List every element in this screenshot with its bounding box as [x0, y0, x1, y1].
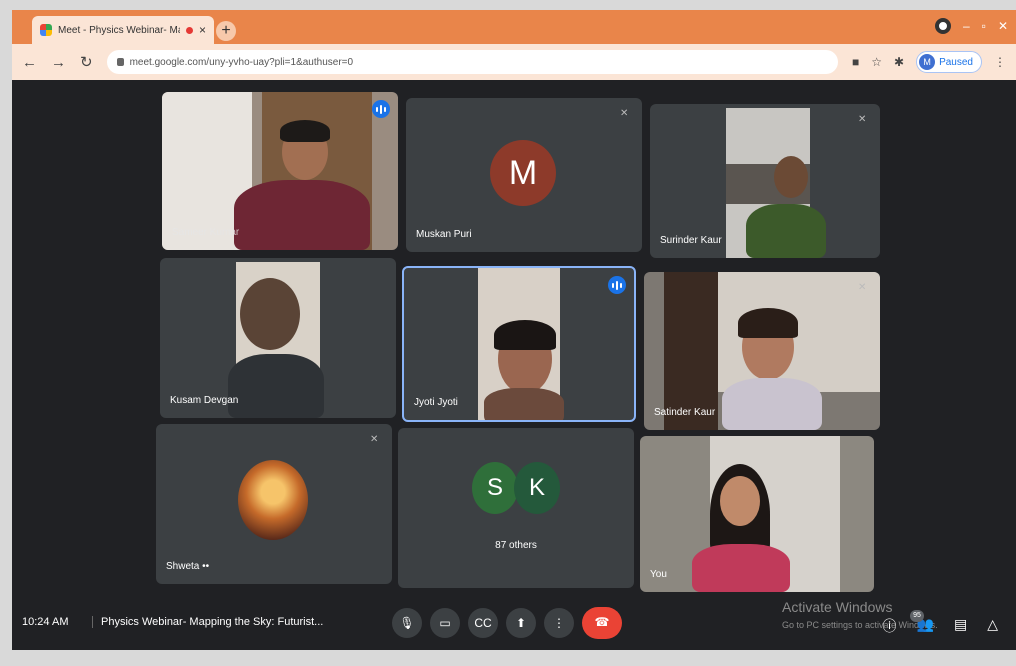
profile-paused-button[interactable]: M Paused [916, 51, 982, 73]
browser-tab[interactable]: Meet - Physics Webinar- Ma × [32, 16, 214, 44]
meeting-clock: 10:24 AM [22, 616, 69, 628]
extensions-puzzle-icon[interactable]: ✱ [894, 55, 904, 69]
minimize-icon[interactable]: – [963, 19, 970, 33]
back-arrow-icon[interactable]: ← [22, 54, 37, 71]
forward-arrow-icon[interactable]: → [51, 54, 66, 71]
others-count-label: 87 others [495, 540, 537, 551]
participant-avatar-letter: M [490, 140, 556, 206]
speaking-indicator-icon [608, 276, 626, 294]
participant-tile[interactable]: Kusam Devgan [160, 258, 396, 418]
close-window-icon[interactable]: ✕ [998, 19, 1008, 33]
participant-name: Surinder Kaur [660, 235, 722, 246]
meet-side-controls: ⓘ 👥 ▤ △ [883, 616, 998, 636]
window-controls: – ▫ ✕ [934, 18, 1008, 34]
participant-tile[interactable]: Jyoti Jyoti [402, 266, 636, 422]
participant-tile[interactable]: Sameer Kumar [162, 92, 398, 250]
participant-name: Satinder Kaur [654, 407, 716, 418]
restore-icon[interactable]: ▫ [982, 19, 986, 33]
camera-toggle-button[interactable]: ▭ [430, 608, 460, 638]
close-tab-icon[interactable]: × [199, 23, 206, 37]
url-text: meet.google.com/uny-yvho-uay?pli=1&authu… [129, 56, 354, 68]
profile-status-label: Paused [939, 56, 973, 68]
activities-icon[interactable]: △ [987, 616, 998, 636]
participants-count-badge: 95 [910, 610, 924, 622]
browser-tab-strip: Meet - Physics Webinar- Ma × + – ▫ ✕ [12, 10, 1016, 44]
mic-off-icon: ✕ [620, 108, 629, 119]
others-avatar-k: K [514, 462, 560, 514]
others-tile[interactable]: S K 87 others [398, 428, 634, 588]
meeting-details-icon[interactable]: ⓘ [883, 616, 897, 636]
mic-off-icon: ✕ [858, 114, 867, 125]
participant-name: Shweta •• [166, 561, 210, 572]
present-screen-button[interactable]: ⬆ [506, 608, 536, 638]
participant-tile[interactable]: ✕ Satinder Kaur [644, 272, 880, 430]
captions-button[interactable]: CC [468, 608, 498, 638]
meet-bottom-bar: 10:24 AM Physics Webinar- Mapping the Sk… [12, 598, 1016, 650]
participant-avatar-image [238, 460, 308, 540]
tab-title: Meet - Physics Webinar- Ma [58, 24, 180, 36]
new-tab-button[interactable]: + [216, 21, 236, 41]
participant-name: Jyoti Jyoti [414, 397, 458, 408]
participant-name: Muskan Puri [416, 229, 472, 240]
camera-indicator-icon[interactable]: ■ [852, 55, 859, 69]
participant-name: You [650, 569, 667, 580]
meeting-title: Physics Webinar- Mapping the Sky: Futuri… [92, 616, 323, 628]
leave-call-button[interactable]: ☎ [582, 607, 622, 639]
lock-icon [116, 58, 124, 66]
browser-toolbar: ← → ↻ meet.google.com/uny-yvho-uay?pli=1… [12, 44, 1016, 80]
bookmark-star-icon[interactable]: ☆ [871, 55, 882, 69]
speaking-indicator-icon [372, 100, 390, 118]
others-avatar-s: S [472, 462, 518, 514]
mic-off-icon: ✕ [370, 434, 379, 445]
self-tile[interactable]: You [640, 436, 874, 592]
participant-tile[interactable]: M ✕ Muskan Puri [406, 98, 642, 252]
watermark-title: Activate Windows [782, 599, 893, 615]
chrome-profile-icon[interactable] [934, 18, 951, 34]
meet-window: Meet - Physics Webinar- Ma × + – ▫ ✕ ← →… [12, 10, 1016, 650]
toolbar-icons: ■ ☆ ✱ M Paused ⋮ [852, 51, 1006, 73]
mic-off-icon: ✕ [858, 282, 867, 293]
meet-favicon-icon [40, 24, 52, 36]
participant-tile[interactable]: ✕ Surinder Kaur [650, 104, 880, 258]
avatar: M [919, 54, 936, 70]
participant-name: Kusam Devgan [170, 395, 239, 406]
recording-dot-icon [185, 26, 193, 34]
chat-icon[interactable]: ▤ [954, 616, 967, 636]
participant-tile[interactable]: ✕ Shweta •• [156, 424, 392, 584]
mic-toggle-button[interactable]: 🎙 [392, 608, 422, 638]
menu-kebab-icon[interactable]: ⋮ [994, 55, 1006, 69]
more-options-button[interactable]: ⋮ [544, 608, 574, 638]
reload-icon[interactable]: ↻ [80, 53, 93, 71]
participant-name: Sameer Kumar [172, 227, 240, 238]
address-bar[interactable]: meet.google.com/uny-yvho-uay?pli=1&authu… [106, 50, 838, 74]
